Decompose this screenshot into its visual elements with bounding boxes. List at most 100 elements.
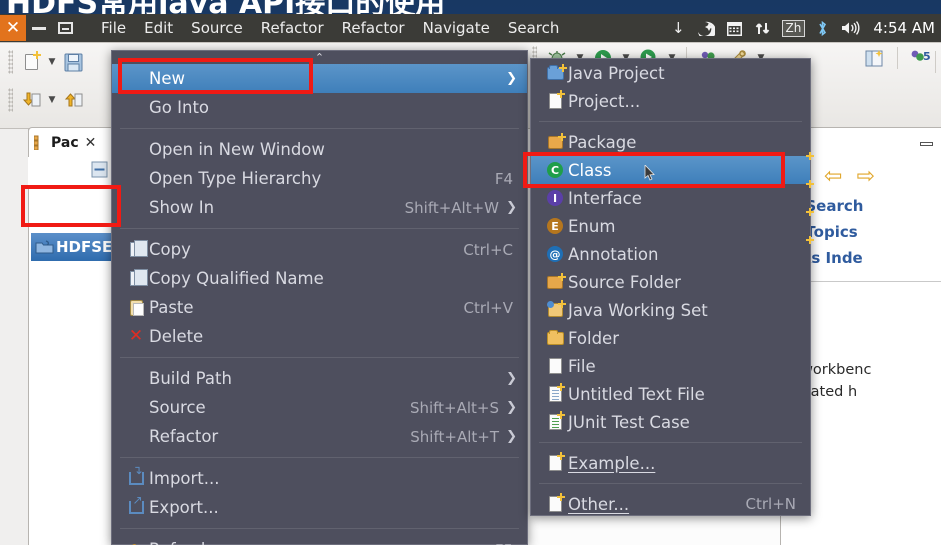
tree-item-project[interactable]: HDFSE xyxy=(31,233,111,261)
menu-scroll-up[interactable]: ⌃ xyxy=(112,51,527,64)
menu-item-accelerator: F4 xyxy=(494,169,513,188)
menu-item-go-into[interactable]: Go Into xyxy=(112,93,527,122)
menu-item-copy-qualified-name[interactable]: Copy Qualified Name xyxy=(112,264,527,293)
menu-item-label: Export... xyxy=(149,498,219,517)
submenu-item-annotation[interactable]: @ Annotation xyxy=(531,236,814,268)
open-perspective-button[interactable] xyxy=(860,44,888,72)
new-wizard-button[interactable] xyxy=(17,48,45,76)
menu-item-accelerator: F5 xyxy=(495,541,517,545)
menu-refactor[interactable]: Refactor xyxy=(252,19,333,37)
input-method-indicator[interactable]: Zh xyxy=(781,19,806,37)
submenu-item-java-working-set[interactable]: Java Working Set xyxy=(531,296,810,324)
submenu-item-interface[interactable]: I Interface xyxy=(531,180,814,212)
submenu-item-package[interactable]: Package xyxy=(531,128,810,156)
menu-divider xyxy=(120,457,519,458)
update-manager-glyph xyxy=(697,21,715,36)
menu-item-label: Example... xyxy=(568,453,656,473)
update-manager-icon[interactable] xyxy=(696,20,715,36)
menu-item-label: Refresh xyxy=(149,540,495,545)
submenu-item-class[interactable]: C Class xyxy=(531,152,814,184)
export-toolbar-button[interactable] xyxy=(59,86,87,114)
java-working-set-icon xyxy=(542,300,568,317)
enum-icon: E xyxy=(542,208,814,234)
volume-icon[interactable] xyxy=(840,20,860,36)
window-minimize-button[interactable] xyxy=(26,15,52,41)
window-close-button[interactable]: ✕ xyxy=(0,15,26,41)
submenu-item-example[interactable]: Example... xyxy=(531,449,810,477)
submenu-arrow-icon: ❯ xyxy=(506,429,517,444)
tab-package-explorer[interactable]: Pac ✕ xyxy=(28,127,114,157)
menu-item-export[interactable]: Export... xyxy=(112,493,527,522)
package-explorer-icon xyxy=(34,135,39,150)
menu-item-show-in[interactable]: Show In Shift+Alt+W ❯ xyxy=(112,193,527,222)
menu-edit[interactable]: Edit xyxy=(135,19,182,37)
calendar-icon[interactable] xyxy=(726,20,743,37)
folder-icon xyxy=(542,329,568,345)
new-submenu: Java Project Project... Package C Class … xyxy=(530,58,814,518)
close-icon[interactable]: ✕ xyxy=(85,135,97,151)
bluetooth-icon[interactable] xyxy=(816,20,829,37)
menu-item-label: Project... xyxy=(568,91,641,111)
save-button[interactable] xyxy=(59,48,87,76)
forward-arrow-icon[interactable]: ⇨ xyxy=(856,164,874,189)
mouse-cursor xyxy=(644,165,655,181)
menu-item-copy[interactable]: Copy Ctrl+C xyxy=(112,235,527,264)
help-minimize-icon[interactable] xyxy=(920,141,933,146)
menu-divider xyxy=(120,357,519,358)
submenu-item-other[interactable]: Other... Ctrl+N xyxy=(531,490,810,518)
toolbar-grip-2[interactable] xyxy=(8,88,13,112)
menu-item-accelerator: Ctrl+C xyxy=(463,240,513,259)
menu-item-new[interactable]: New ❯ xyxy=(112,64,527,93)
import-dropdown-arrow[interactable]: ▼ xyxy=(45,86,59,114)
submenu-divider xyxy=(539,121,802,122)
menu-item-accelerator: Ctrl+N xyxy=(745,495,796,513)
submenu-item-source-folder[interactable]: Source Folder xyxy=(531,268,810,296)
junit-icon xyxy=(542,411,568,430)
minimize-icon xyxy=(32,26,46,30)
network-icon[interactable] xyxy=(754,20,771,37)
java-perspective-button[interactable]: 5 xyxy=(907,44,935,72)
back-arrow-icon[interactable]: ⇦ xyxy=(824,164,842,189)
menu-navigate[interactable]: Navigate xyxy=(414,19,499,37)
menu-item-refactor[interactable]: Refactor Shift+Alt+T ❯ xyxy=(112,422,527,451)
menu-divider xyxy=(120,128,519,129)
submenu-item-junit-test-case[interactable]: JUnit Test Case xyxy=(531,408,810,436)
submenu-item-untitled-text-file[interactable]: Untitled Text File xyxy=(531,380,810,408)
menu-item-paste[interactable]: Paste Ctrl+V xyxy=(112,293,527,322)
import-icon xyxy=(22,92,40,106)
menu-source[interactable]: Source xyxy=(182,19,252,37)
submenu-item-enum[interactable]: E Enum xyxy=(531,208,814,240)
menu-item-source[interactable]: Source Shift+Alt+S ❯ xyxy=(112,393,527,422)
file-icon xyxy=(542,358,568,374)
new-dropdown-arrow[interactable]: ▼ xyxy=(45,48,59,76)
clock[interactable]: 4:54 AM xyxy=(873,19,935,37)
menu-item-open-type-hierarchy[interactable]: Open Type Hierarchy F4 xyxy=(112,164,527,193)
menu-file[interactable]: File xyxy=(92,19,135,37)
submenu-item-folder[interactable]: Folder xyxy=(531,324,810,352)
other-icon xyxy=(542,493,568,512)
menu-item-label: File xyxy=(568,356,596,376)
menu-refactor-2[interactable]: Refactor xyxy=(333,19,414,37)
example-icon xyxy=(542,452,568,471)
menu-item-open-in-new-window[interactable]: Open in New Window xyxy=(112,135,527,164)
menu-item-label: Refactor xyxy=(149,427,219,446)
menu-item-delete[interactable]: ✕ Delete xyxy=(112,322,527,351)
import-toolbar-button[interactable] xyxy=(17,86,45,114)
package-explorer-tab-label: Pac xyxy=(51,134,79,151)
submenu-item-file[interactable]: File xyxy=(531,352,810,380)
menu-item-label: Show In xyxy=(149,198,215,217)
download-icon[interactable]: ↓ xyxy=(672,20,685,36)
class-icon: C xyxy=(542,152,814,178)
menu-item-refresh[interactable]: Refresh F5 xyxy=(112,535,527,545)
menu-item-import[interactable]: Import... xyxy=(112,463,527,493)
menu-search[interactable]: Search xyxy=(499,19,569,37)
toolbar-grip[interactable] xyxy=(8,50,13,74)
toolbar-separator xyxy=(935,51,936,73)
collapse-all-icon[interactable] xyxy=(91,161,108,182)
save-icon xyxy=(64,53,82,71)
submenu-item-java-project[interactable]: Java Project xyxy=(531,59,810,87)
menu-item-build-path[interactable]: Build Path ❯ xyxy=(112,364,527,393)
submenu-item-project[interactable]: Project... xyxy=(531,87,810,115)
menu-divider xyxy=(120,228,519,229)
window-maximize-button[interactable] xyxy=(52,15,78,41)
